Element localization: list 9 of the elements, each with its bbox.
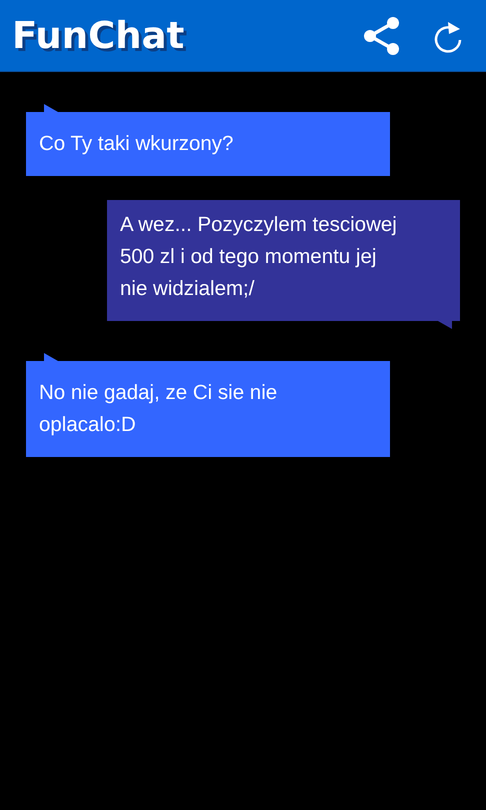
message-bubble: No nie gadaj, ze Ci sie nie oplacalo:D bbox=[26, 361, 390, 457]
bubble-tail bbox=[438, 321, 452, 329]
message-bubble: Co Ty taki wkurzony? bbox=[26, 112, 390, 176]
bubble-tail bbox=[44, 353, 58, 361]
bubble-tail bbox=[44, 104, 58, 112]
share-icon bbox=[362, 16, 402, 56]
app-title: FunChat bbox=[12, 14, 186, 57]
share-button[interactable] bbox=[362, 16, 402, 56]
message-bubble: A wez... Pozyczylem tesciowej 500 zl i od tego momentu jej nie widzialem;/ bbox=[107, 200, 460, 321]
